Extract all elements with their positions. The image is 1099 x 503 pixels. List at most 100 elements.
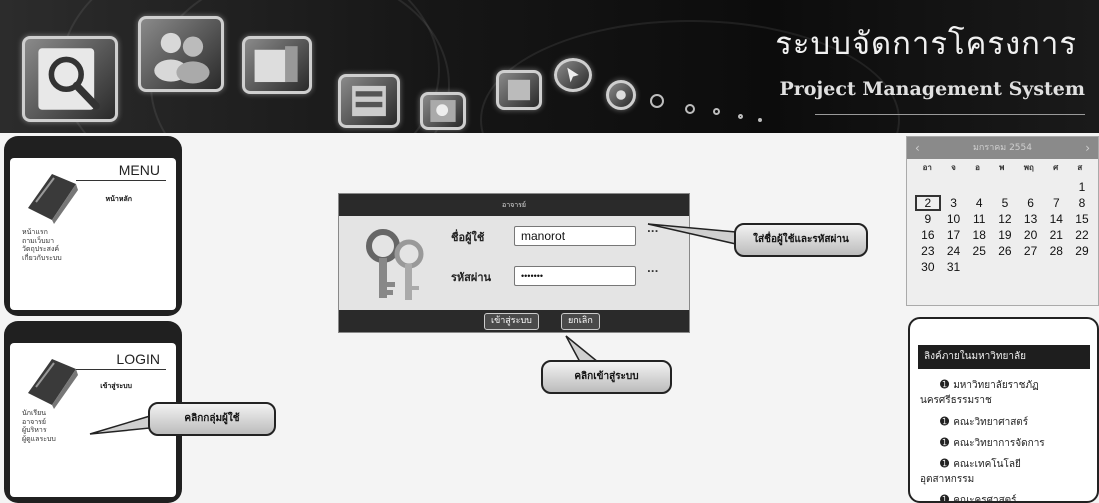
callout-click-user-group: คลิกกลุ่มผู้ใช้: [148, 402, 276, 436]
calendar-day[interactable]: 16: [915, 227, 941, 243]
calendar-next-icon[interactable]: ›: [1085, 137, 1090, 159]
calendar-day[interactable]: 1: [1069, 179, 1095, 195]
dot-decoration: [738, 114, 743, 119]
bullet-icon: ➊: [940, 457, 950, 470]
calendar-weekday: พ: [999, 163, 1005, 172]
calendar-day[interactable]: 19: [992, 227, 1018, 243]
gear-icon: [606, 80, 636, 110]
calendar-day[interactable]: 23: [915, 243, 941, 259]
calendar-weekday: อา: [922, 163, 932, 172]
title-divider: [815, 114, 1085, 115]
menu-link[interactable]: หน้าแรก: [22, 228, 62, 237]
calendar-day[interactable]: 14: [1043, 211, 1069, 227]
calendar-weekday: พฤ: [1023, 163, 1034, 172]
menu-link[interactable]: วัตถุประสงค์: [22, 245, 62, 254]
bullet-icon: ➊: [940, 415, 950, 428]
calendar: ‹ มกราคม 2554 › อาจอพพฤศส 1 2 3 4 5 6 7 8 9 10 11 1…: [906, 136, 1099, 306]
calendar-day[interactable]: 21: [1043, 227, 1069, 243]
menu-subheading: หน้าหลัก: [105, 195, 132, 203]
login-form: อาจารย์ ชื่อผู้ใช้ manorot ... รหัสผ่าน …: [338, 193, 690, 333]
calendar-day[interactable]: 3: [941, 195, 967, 211]
university-link[interactable]: ➊ คณะครุศาสตร์: [920, 492, 1096, 501]
dot-decoration: [758, 118, 762, 122]
calendar-day[interactable]: 4: [966, 195, 992, 211]
calendar-empty-cell: [992, 259, 1018, 275]
menu-link[interactable]: เกี่ยวกับระบบ: [22, 254, 62, 263]
university-link[interactable]: ➊ มหาวิทยาลัยราชภัฏ นครศรีธรรมราช: [920, 377, 1096, 408]
login-form-footer: เข้าสู่ระบบ ยกเลิก: [339, 310, 689, 332]
callout-pointer: [565, 335, 601, 363]
user-group-link-teacher[interactable]: อาจารย์: [22, 418, 56, 427]
calendar-empty-cell: [1018, 179, 1044, 195]
user-group-links: นักเรียน อาจารย์ ผู้บริหาร ผู้ดูแลระบบ: [22, 409, 56, 443]
calendar-weekdays: อา จ อ พ พฤ ศ ส: [907, 161, 1098, 179]
calendar-day[interactable]: 10: [941, 211, 967, 227]
calendar-day[interactable]: 17: [941, 227, 967, 243]
calendar-days: 1 2 3 4 5 6 7 8 9 10 11 12 13 14 15 16 17 18 19 20 21 22 23 24 2…: [915, 179, 1095, 275]
calendar-day[interactable]: 20: [1018, 227, 1044, 243]
calendar-weekday: จ: [951, 163, 956, 172]
calendar-day[interactable]: 22: [1069, 227, 1095, 243]
username-label: ชื่อผู้ใช้: [451, 231, 485, 244]
calendar-day[interactable]: 24: [941, 243, 967, 259]
calendar-day[interactable]: 29: [1069, 243, 1095, 259]
university-link[interactable]: ➊ คณะวิทยาศาสตร์: [920, 414, 1096, 430]
calendar-empty-cell: [915, 179, 941, 195]
cancel-button[interactable]: ยกเลิก: [561, 313, 600, 330]
login-form-header: อาจารย์: [339, 194, 689, 216]
calendar-day[interactable]: 26: [992, 243, 1018, 259]
menu-link[interactable]: ถามเว็บมา: [22, 237, 62, 246]
calendar-day[interactable]: 11: [966, 211, 992, 227]
password-hint: ...: [647, 264, 659, 275]
menu-panel-body: MENU หน้าหลัก หน้าแรก ถามเว็บมา วัตถุประ…: [10, 158, 176, 310]
user-group-link-student[interactable]: นักเรียน: [22, 409, 56, 418]
calendar-day[interactable]: 28: [1043, 243, 1069, 259]
calendar-weekday: อ: [975, 163, 980, 172]
calendar-day[interactable]: 15: [1069, 211, 1095, 227]
username-field[interactable]: manorot: [514, 226, 636, 246]
calendar-prev-icon[interactable]: ‹: [915, 137, 920, 159]
callout-enter-credentials: ใส่ชื่อผู้ใช้และรหัสผ่าน: [734, 223, 868, 257]
university-link[interactable]: ➊ คณะวิทยาการจัดการ: [920, 435, 1096, 451]
university-links-heading: ลิงค์ภายในมหาวิทยาลัย: [918, 345, 1090, 369]
calendar-empty-cell: [992, 179, 1018, 195]
cursor-icon: [554, 58, 592, 92]
calendar-day[interactable]: 30: [915, 259, 941, 275]
book-icon: [28, 174, 78, 224]
calendar-day[interactable]: 2: [915, 195, 941, 211]
calendar-empty-cell: [1043, 179, 1069, 195]
user-group-link-admin[interactable]: ผู้ดูแลระบบ: [22, 435, 56, 444]
calendar-empty-cell: [966, 259, 992, 275]
calendar-day[interactable]: 31: [941, 259, 967, 275]
header-banner: ระบบจัดการโครงการ Project Management Sys…: [0, 0, 1099, 133]
password-field[interactable]: •••••••: [514, 266, 636, 286]
calendar-weekday: ศ: [1053, 163, 1059, 172]
keys-icon: [366, 229, 424, 300]
calendar-day[interactable]: 6: [1018, 195, 1044, 211]
login-heading-underline: [76, 369, 166, 370]
calendar-day[interactable]: 18: [966, 227, 992, 243]
login-form-body: ชื่อผู้ใช้ manorot ... รหัสผ่าน ••••••• …: [339, 216, 689, 312]
dot-decoration: [685, 104, 695, 114]
university-link[interactable]: ➊ คณะเทคโนโลยี อุตสาหกรรม: [920, 456, 1096, 487]
calendar-day[interactable]: 8: [1069, 195, 1095, 211]
app-title-thai: ระบบจัดการโครงการ: [775, 26, 1077, 62]
calendar-day[interactable]: 7: [1043, 195, 1069, 211]
menu-panel: MENU หน้าหลัก หน้าแรก ถามเว็บมา วัตถุประ…: [4, 136, 182, 316]
callout-click-login: คลิกเข้าสู่ระบบ: [541, 360, 672, 394]
users-icon: [138, 16, 224, 92]
calendar-day[interactable]: 13: [1018, 211, 1044, 227]
username-hint: ...: [647, 224, 659, 235]
app-title-english: Project Management System: [779, 78, 1085, 100]
calendar-day[interactable]: 12: [992, 211, 1018, 227]
user-group-link-executive[interactable]: ผู้บริหาร: [22, 426, 56, 435]
calendar-day[interactable]: 27: [1018, 243, 1044, 259]
folder-icon: [338, 74, 400, 128]
calendar-day[interactable]: 25: [966, 243, 992, 259]
login-button[interactable]: เข้าสู่ระบบ: [484, 313, 539, 330]
calendar-day[interactable]: 5: [992, 195, 1018, 211]
password-label: รหัสผ่าน: [451, 271, 492, 284]
calendar-day[interactable]: 9: [915, 211, 941, 227]
search-icon: [22, 36, 118, 122]
bullet-icon: ➊: [940, 378, 950, 391]
